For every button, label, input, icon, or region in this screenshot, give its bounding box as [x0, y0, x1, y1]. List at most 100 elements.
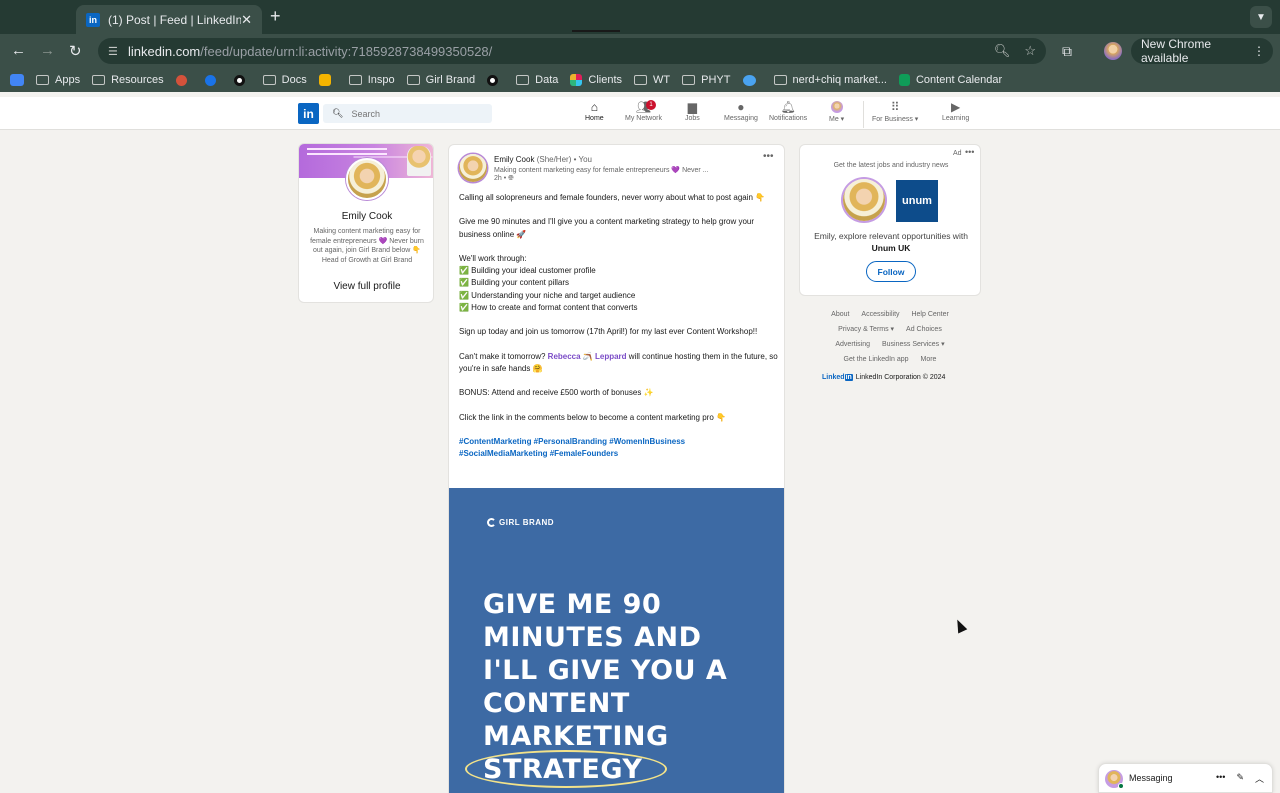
nav-for-business[interactable]: ⠿ For Business ▾ — [872, 100, 919, 124]
search-box[interactable]: 🔍︎ — [323, 104, 492, 123]
address-bar[interactable]: ☰ linkedin.com/feed/update/urn:li:activi… — [98, 38, 1046, 64]
bookmark-phyt[interactable]: PHYT — [682, 74, 731, 86]
bookmark-star-icon[interactable]: ☆ — [1024, 43, 1036, 59]
footer-link-about[interactable]: About — [831, 311, 849, 318]
checklist-item: ✅ Building your content pillars — [459, 278, 570, 288]
linkedin-favicon-icon: in — [86, 12, 100, 27]
sheets-icon — [898, 74, 910, 86]
bookmark-data[interactable]: Data — [516, 74, 558, 86]
post-time-text: 2h • — [494, 175, 507, 182]
footer-link-privacy[interactable]: Privacy & Terms ▾ — [838, 326, 894, 333]
calendar-icon — [10, 74, 24, 86]
close-tab-icon[interactable]: ✕ — [241, 12, 252, 28]
bookmark-label: Apps — [55, 74, 81, 86]
checklist-item: ✅ Building your ideal customer profile — [459, 266, 596, 276]
site-favicon-icon — [487, 74, 499, 86]
footer-link-get-app[interactable]: Get the LinkedIn app — [844, 356, 909, 363]
new-chrome-available-button[interactable]: New Chrome available ⋮ — [1131, 37, 1273, 65]
post-image[interactable]: GIRL BRAND GIVE ME 90 MINUTES AND I'LL G… — [449, 488, 784, 793]
bookmark-apps[interactable]: Apps — [36, 74, 80, 86]
post-list-intro: We'll work through: — [459, 253, 527, 263]
site-info-icon[interactable]: ☰ — [108, 45, 124, 58]
bookmark-docs[interactable]: Docs — [262, 74, 307, 86]
bookmark-nerd-chiq[interactable]: nerd+chiq market... — [773, 74, 887, 86]
footer-link-accessibility[interactable]: Accessibility — [861, 311, 899, 318]
folder-icon — [682, 75, 696, 85]
extensions-puzzle-icon[interactable]: ⧉ — [1062, 43, 1072, 60]
chrome-menu-icon[interactable]: ⋮ — [1253, 44, 1265, 58]
ad-more-options-icon[interactable]: ••• — [965, 147, 974, 157]
slack-icon — [570, 74, 583, 86]
reload-icon[interactable]: ↻ — [69, 42, 82, 60]
post-author-avatar[interactable] — [459, 154, 487, 182]
browser-tab[interactable]: in (1) Post | Feed | LinkedIn ✕ — [76, 5, 262, 34]
bookmark-site-2[interactable] — [204, 74, 222, 86]
mouse-cursor-icon — [952, 617, 968, 634]
footer-link-help-center[interactable]: Help Center — [911, 311, 948, 318]
bookmark-girl-brand[interactable]: Girl Brand — [406, 74, 475, 86]
linkedin-logo-icon[interactable]: in — [298, 103, 319, 124]
footer-copyright: Linkedin LinkedIn Corporation © 2024 — [822, 374, 945, 381]
ad-message-text: Emily, explore relevant opportunities wi… — [814, 231, 968, 241]
messaging-more-icon[interactable]: ••• — [1216, 772, 1225, 785]
bookmark-label: nerd+chiq market... — [792, 74, 887, 86]
footer-link-ad-choices[interactable]: Ad Choices — [906, 326, 942, 333]
bookmark-site-5[interactable] — [742, 74, 762, 86]
hashtag-line[interactable]: #SocialMediaMarketing #FemaleFounders — [459, 448, 779, 460]
folder-icon — [634, 75, 648, 85]
follow-button[interactable]: Follow — [866, 261, 916, 282]
post-paragraph: Calling all solopreneurs and female foun… — [459, 193, 766, 202]
globe-icon: 🌐︎ — [508, 175, 514, 182]
hashtags[interactable]: #ContentMarketing #PersonalBranding #Wom… — [459, 436, 779, 460]
nav-me[interactable]: Me ▾ — [829, 100, 844, 123]
bookmark-keep[interactable] — [318, 74, 337, 86]
nav-my-network[interactable]: 👥︎ My Network — [625, 100, 662, 123]
unum-logo[interactable]: unum — [896, 180, 938, 222]
chevron-up-icon[interactable]: ︿ — [1255, 772, 1264, 785]
new-tab-icon[interactable]: + — [270, 6, 281, 27]
hashtag-line[interactable]: #ContentMarketing #PersonalBranding #Wom… — [459, 436, 779, 448]
nav-learning[interactable]: ▶ Learning — [942, 100, 969, 123]
footer-link-advertising[interactable]: Advertising — [835, 341, 870, 348]
post-paragraph: Sign up today and join us tomorrow (17th… — [459, 327, 758, 337]
profile-name[interactable]: Emily Cook — [299, 211, 433, 222]
footer-link-business-services[interactable]: Business Services ▾ — [882, 341, 945, 348]
nav-notifications[interactable]: 🔔︎ Notifications — [769, 99, 807, 123]
bookmark-content-calendar[interactable]: Content Calendar — [898, 74, 1002, 86]
forward-arrow-icon[interactable]: → — [40, 42, 55, 59]
bookmark-site-4[interactable] — [487, 74, 504, 86]
tab-title: (1) Post | Feed | LinkedIn — [108, 12, 242, 27]
bell-icon: 🔔︎ — [780, 99, 796, 114]
nav-home[interactable]: ⌂ Home — [585, 100, 604, 123]
bookmark-resources[interactable]: Resources — [92, 74, 164, 86]
nav-messaging[interactable]: ● Messaging — [724, 99, 758, 123]
view-full-profile-link[interactable]: View full profile — [299, 281, 433, 292]
bookmark-site-3[interactable] — [233, 74, 251, 86]
post-text: Calling all solopreneurs and female foun… — [459, 192, 779, 460]
post-text-span: Can't make it tomorrow? — [459, 351, 548, 361]
mention-link[interactable]: Rebecca 🪃 Leppard — [548, 352, 627, 361]
bookmark-clients[interactable]: Clients — [570, 74, 622, 86]
profile-avatar[interactable] — [346, 158, 388, 200]
search-input[interactable] — [351, 108, 482, 119]
nav-jobs[interactable]: ▆ Jobs — [685, 100, 700, 123]
compose-message-icon[interactable]: ✎ — [1236, 772, 1244, 785]
url-host: linkedin.com — [128, 43, 201, 59]
bookmark-inspo[interactable]: Inspo — [348, 74, 395, 86]
chat-icon: ● — [737, 99, 745, 114]
footer-link-more[interactable]: More — [921, 356, 937, 363]
zoom-magnifier-icon[interactable]: 🔍︎ — [994, 43, 1011, 59]
nav-label: For Business ▾ — [872, 116, 919, 123]
messaging-overlay[interactable]: Messaging ••• ✎ ︿ — [1098, 763, 1273, 793]
messaging-label: Messaging — [1129, 773, 1173, 783]
bookmark-site-1[interactable] — [175, 74, 193, 86]
post-author-line[interactable]: Emily Cook (She/Her) • You — [494, 155, 592, 164]
post-more-options-icon[interactable]: ••• — [763, 151, 774, 162]
bookmark-wt[interactable]: WT — [634, 74, 670, 86]
bookmark-label: Clients — [588, 74, 623, 86]
tab-search-chevron-icon[interactable]: ▼ — [1250, 6, 1272, 28]
url-path: /feed/update/urn:li:activity:71859287384… — [200, 43, 493, 59]
bookmark-calendar[interactable] — [10, 74, 24, 86]
chrome-profile-avatar[interactable] — [1104, 42, 1122, 60]
back-arrow-icon[interactable]: ← — [11, 42, 26, 59]
